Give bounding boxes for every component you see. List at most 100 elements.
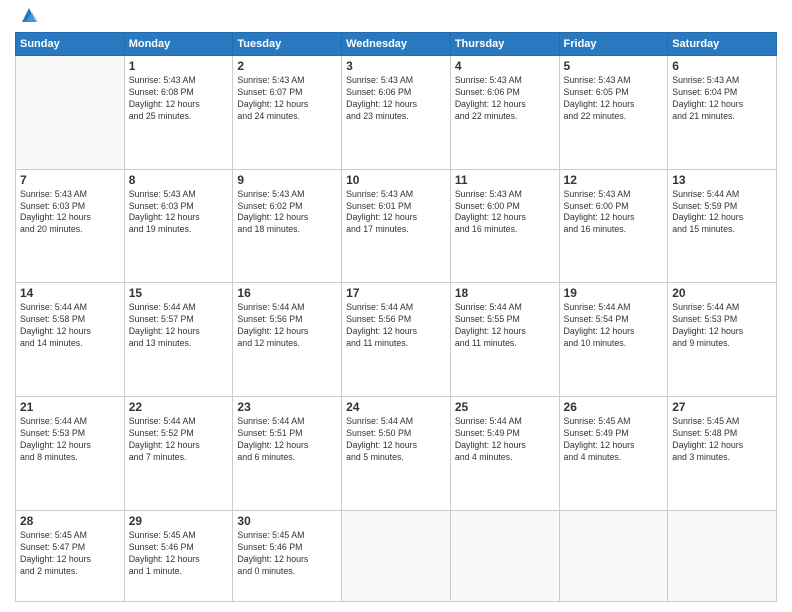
day-number: 15 — [129, 286, 229, 300]
day-number: 16 — [237, 286, 337, 300]
day-info: Sunrise: 5:43 AM Sunset: 6:00 PM Dayligh… — [564, 189, 664, 237]
day-info: Sunrise: 5:45 AM Sunset: 5:49 PM Dayligh… — [564, 416, 664, 464]
day-number: 14 — [20, 286, 120, 300]
calendar-cell: 28 Sunrise: 5:45 AM Sunset: 5:47 PM Dayli… — [16, 510, 125, 601]
day-info: Sunrise: 5:43 AM Sunset: 6:06 PM Dayligh… — [346, 75, 446, 123]
day-number: 29 — [129, 514, 229, 528]
day-info: Sunrise: 5:43 AM Sunset: 6:02 PM Dayligh… — [237, 189, 337, 237]
calendar-cell: 26 Sunrise: 5:45 AM Sunset: 5:49 PM Dayli… — [559, 397, 668, 511]
day-number: 7 — [20, 173, 120, 187]
calendar-header-saturday: Saturday — [668, 33, 777, 56]
calendar-cell: 21 Sunrise: 5:44 AM Sunset: 5:53 PM Dayli… — [16, 397, 125, 511]
calendar-cell: 20 Sunrise: 5:44 AM Sunset: 5:53 PM Dayli… — [668, 283, 777, 397]
day-info: Sunrise: 5:43 AM Sunset: 6:07 PM Dayligh… — [237, 75, 337, 123]
day-info: Sunrise: 5:43 AM Sunset: 6:03 PM Dayligh… — [129, 189, 229, 237]
day-number: 28 — [20, 514, 120, 528]
calendar-cell: 25 Sunrise: 5:44 AM Sunset: 5:49 PM Dayli… — [450, 397, 559, 511]
calendar-cell: 15 Sunrise: 5:44 AM Sunset: 5:57 PM Dayli… — [124, 283, 233, 397]
day-number: 12 — [564, 173, 664, 187]
day-info: Sunrise: 5:44 AM Sunset: 5:50 PM Dayligh… — [346, 416, 446, 464]
day-number: 3 — [346, 59, 446, 73]
day-info: Sunrise: 5:43 AM Sunset: 6:00 PM Dayligh… — [455, 189, 555, 237]
day-info: Sunrise: 5:44 AM Sunset: 5:54 PM Dayligh… — [564, 302, 664, 350]
day-number: 1 — [129, 59, 229, 73]
calendar-cell: 24 Sunrise: 5:44 AM Sunset: 5:50 PM Dayli… — [342, 397, 451, 511]
calendar-week-2: 7 Sunrise: 5:43 AM Sunset: 6:03 PM Daylig… — [16, 169, 777, 283]
calendar-table: SundayMondayTuesdayWednesdayThursdayFrid… — [15, 32, 777, 602]
day-info: Sunrise: 5:44 AM Sunset: 5:56 PM Dayligh… — [346, 302, 446, 350]
day-number: 24 — [346, 400, 446, 414]
day-number: 5 — [564, 59, 664, 73]
day-number: 22 — [129, 400, 229, 414]
day-number: 20 — [672, 286, 772, 300]
calendar-cell: 18Sunrise: 5:44 AM Sunset: 5:55 PM Dayli… — [450, 283, 559, 397]
day-info: Sunrise: 5:45 AM Sunset: 5:47 PM Dayligh… — [20, 530, 120, 578]
day-info: Sunrise: 5:45 AM Sunset: 5:48 PM Dayligh… — [672, 416, 772, 464]
calendar-cell — [342, 510, 451, 601]
day-info: Sunrise: 5:44 AM Sunset: 5:53 PM Dayligh… — [672, 302, 772, 350]
day-info: Sunrise: 5:43 AM Sunset: 6:03 PM Dayligh… — [20, 189, 120, 237]
day-number: 25 — [455, 400, 555, 414]
day-number: 18 — [455, 286, 555, 300]
calendar-cell: 7 Sunrise: 5:43 AM Sunset: 6:03 PM Daylig… — [16, 169, 125, 283]
calendar-cell: 11 Sunrise: 5:43 AM Sunset: 6:00 PM Dayli… — [450, 169, 559, 283]
calendar-cell: 3 Sunrise: 5:43 AM Sunset: 6:06 PM Daylig… — [342, 56, 451, 170]
day-info: Sunrise: 5:44 AM Sunset: 5:53 PM Dayligh… — [20, 416, 120, 464]
logo-icon — [18, 4, 40, 26]
day-info: Sunrise: 5:43 AM Sunset: 6:05 PM Dayligh… — [564, 75, 664, 123]
day-number: 19 — [564, 286, 664, 300]
day-number: 30 — [237, 514, 337, 528]
day-number: 21 — [20, 400, 120, 414]
day-number: 6 — [672, 59, 772, 73]
day-number: 10 — [346, 173, 446, 187]
day-number: 2 — [237, 59, 337, 73]
calendar-cell: 29Sunrise: 5:45 AM Sunset: 5:46 PM Dayli… — [124, 510, 233, 601]
calendar-cell: 2 Sunrise: 5:43 AM Sunset: 6:07 PM Daylig… — [233, 56, 342, 170]
calendar-cell: 22 Sunrise: 5:44 AM Sunset: 5:52 PM Dayli… — [124, 397, 233, 511]
calendar-cell: 5 Sunrise: 5:43 AM Sunset: 6:05 PM Daylig… — [559, 56, 668, 170]
day-number: 4 — [455, 59, 555, 73]
day-info: Sunrise: 5:44 AM Sunset: 5:57 PM Dayligh… — [129, 302, 229, 350]
day-number: 11 — [455, 173, 555, 187]
day-number: 27 — [672, 400, 772, 414]
calendar-header-sunday: Sunday — [16, 33, 125, 56]
calendar-cell — [668, 510, 777, 601]
calendar-cell: 12 Sunrise: 5:43 AM Sunset: 6:00 PM Dayli… — [559, 169, 668, 283]
calendar-cell: 14 Sunrise: 5:44 AM Sunset: 5:58 PM Dayli… — [16, 283, 125, 397]
day-info: Sunrise: 5:44 AM Sunset: 5:56 PM Dayligh… — [237, 302, 337, 350]
calendar-cell — [16, 56, 125, 170]
calendar-week-4: 21 Sunrise: 5:44 AM Sunset: 5:53 PM Dayli… — [16, 397, 777, 511]
calendar-cell: 8 Sunrise: 5:43 AM Sunset: 6:03 PM Daylig… — [124, 169, 233, 283]
header — [15, 10, 777, 26]
calendar-week-1: 1 Sunrise: 5:43 AM Sunset: 6:08 PM Daylig… — [16, 56, 777, 170]
calendar-week-5: 28 Sunrise: 5:45 AM Sunset: 5:47 PM Dayli… — [16, 510, 777, 601]
calendar-cell: 30 Sunrise: 5:45 AM Sunset: 5:46 PM Dayli… — [233, 510, 342, 601]
day-info: Sunrise: 5:45 AM Sunset: 5:46 PM Dayligh… — [237, 530, 337, 578]
day-number: 9 — [237, 173, 337, 187]
calendar-cell: 27 Sunrise: 5:45 AM Sunset: 5:48 PM Dayli… — [668, 397, 777, 511]
day-info: Sunrise: 5:44 AM Sunset: 5:49 PM Dayligh… — [455, 416, 555, 464]
day-number: 26 — [564, 400, 664, 414]
calendar-header-wednesday: Wednesday — [342, 33, 451, 56]
calendar-cell: 23Sunrise: 5:44 AM Sunset: 5:51 PM Dayli… — [233, 397, 342, 511]
calendar-cell: 1 Sunrise: 5:43 AM Sunset: 6:08 PM Daylig… — [124, 56, 233, 170]
calendar-cell: 10 Sunrise: 5:43 AM Sunset: 6:01 PM Dayli… — [342, 169, 451, 283]
day-info: Sunrise: 5:43 AM Sunset: 6:08 PM Dayligh… — [129, 75, 229, 123]
calendar-cell: 17Sunrise: 5:44 AM Sunset: 5:56 PM Dayli… — [342, 283, 451, 397]
calendar-cell: 6 Sunrise: 5:43 AM Sunset: 6:04 PM Daylig… — [668, 56, 777, 170]
calendar-header-tuesday: Tuesday — [233, 33, 342, 56]
calendar-cell: 16 Sunrise: 5:44 AM Sunset: 5:56 PM Dayli… — [233, 283, 342, 397]
day-info: Sunrise: 5:44 AM Sunset: 5:58 PM Dayligh… — [20, 302, 120, 350]
day-number: 23 — [237, 400, 337, 414]
day-info: Sunrise: 5:43 AM Sunset: 6:01 PM Dayligh… — [346, 189, 446, 237]
calendar-cell: 13Sunrise: 5:44 AM Sunset: 5:59 PM Dayli… — [668, 169, 777, 283]
day-info: Sunrise: 5:44 AM Sunset: 5:52 PM Dayligh… — [129, 416, 229, 464]
calendar-header-friday: Friday — [559, 33, 668, 56]
calendar-header-monday: Monday — [124, 33, 233, 56]
day-info: Sunrise: 5:43 AM Sunset: 6:04 PM Dayligh… — [672, 75, 772, 123]
calendar-header-thursday: Thursday — [450, 33, 559, 56]
calendar-cell: 19 Sunrise: 5:44 AM Sunset: 5:54 PM Dayli… — [559, 283, 668, 397]
calendar-cell — [559, 510, 668, 601]
day-info: Sunrise: 5:43 AM Sunset: 6:06 PM Dayligh… — [455, 75, 555, 123]
day-number: 8 — [129, 173, 229, 187]
